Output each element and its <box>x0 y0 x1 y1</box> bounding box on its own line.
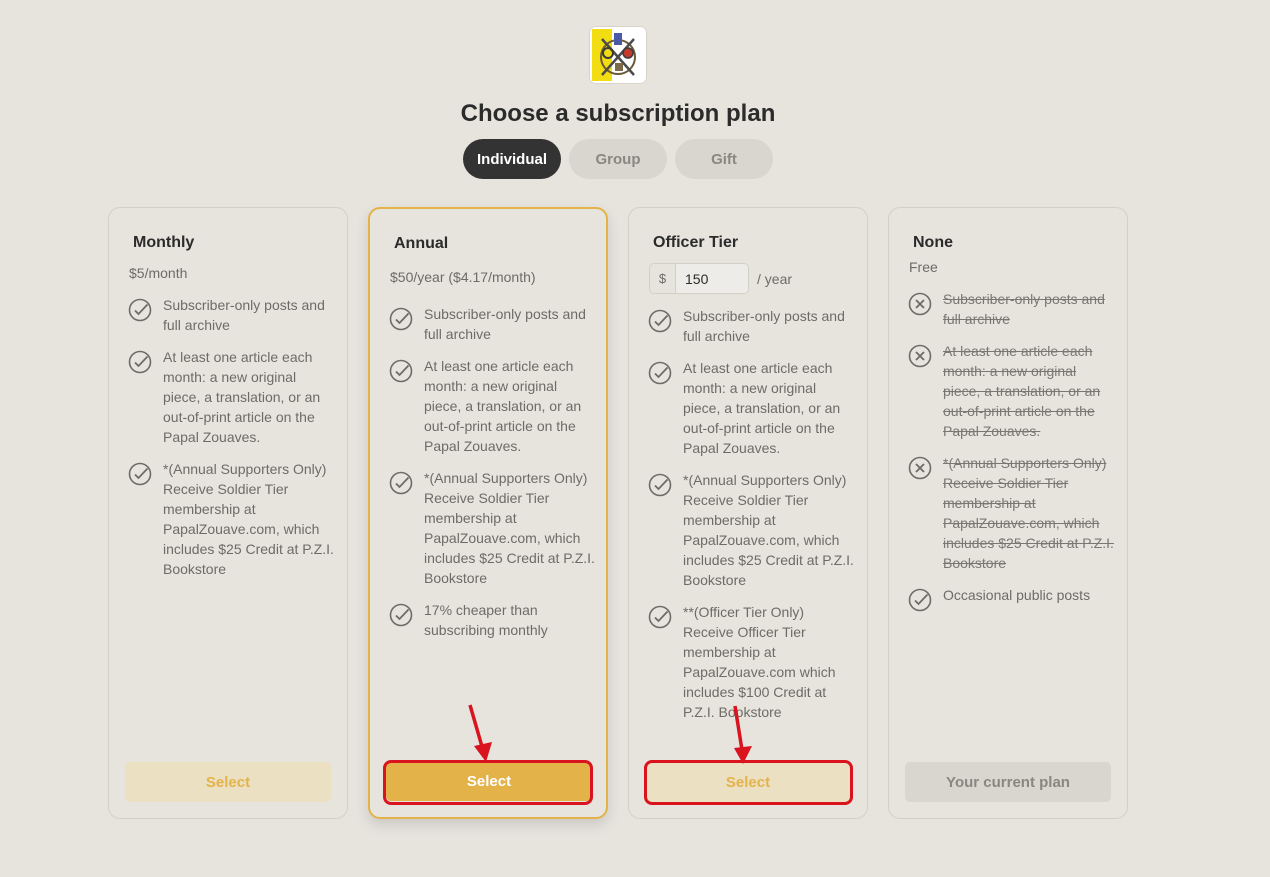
list-item: Subscriber-only posts and full archive <box>388 304 596 344</box>
plan-name: Officer Tier <box>653 234 739 251</box>
plan-price: $5/month <box>129 265 188 281</box>
plan-card-none[interactable]: None Free Subscriber-only posts and full… <box>888 207 1128 819</box>
feature-list: Subscriber-only posts and full archive A… <box>647 306 857 734</box>
check-circle-icon <box>648 361 672 385</box>
plan-price: Free <box>909 259 938 275</box>
check-circle-icon <box>389 471 413 495</box>
currency-label: $ <box>649 263 675 294</box>
list-item: Subscriber-only posts and full archive <box>127 295 337 335</box>
plan-card-monthly[interactable]: Monthly $5/month Subscriber-only posts a… <box>108 207 348 819</box>
feature-text: **(Officer Tier Only) Receive Officer Ti… <box>683 604 836 720</box>
feature-text: *(Annual Supporters Only) Receive Soldie… <box>943 455 1114 571</box>
list-item: *(Annual Supporters Only) Receive Soldie… <box>647 470 857 590</box>
plan-name: None <box>913 234 953 251</box>
check-circle-icon <box>648 473 672 497</box>
list-item: *(Annual Supporters Only) Receive Soldie… <box>907 453 1117 573</box>
plan-price: $50/year ($4.17/month) <box>390 269 536 285</box>
page-title: Choose a subscription plan <box>460 100 776 127</box>
feature-list: Subscriber-only posts and full archive A… <box>388 304 596 652</box>
period-label: / year <box>757 270 793 287</box>
x-circle-icon <box>908 292 932 316</box>
feature-list: Subscriber-only posts and full archive A… <box>907 289 1117 625</box>
plan-type-tabs: Individual Group Gift <box>463 139 773 179</box>
feature-text: At least one article each month: a new o… <box>424 358 582 454</box>
x-circle-icon <box>908 456 932 480</box>
select-annual-button[interactable]: Select <box>386 761 592 801</box>
list-item: *(Annual Supporters Only) Receive Soldie… <box>388 468 596 588</box>
check-circle-icon <box>908 588 932 612</box>
feature-text: Subscriber-only posts and full archive <box>683 308 845 344</box>
plan-name: Annual <box>394 235 449 252</box>
tab-gift[interactable]: Gift <box>675 139 773 179</box>
feature-text: *(Annual Supporters Only) Receive Soldie… <box>424 470 595 586</box>
tab-individual[interactable]: Individual <box>463 139 561 179</box>
check-circle-icon <box>389 307 413 331</box>
feature-text: Occasional public posts <box>943 587 1091 603</box>
list-item: **(Officer Tier Only) Receive Officer Ti… <box>647 602 857 722</box>
list-item: At least one article each month: a new o… <box>647 358 857 458</box>
select-officer-button[interactable]: Select <box>645 762 851 802</box>
feature-text: 17% cheaper than subscribing monthly <box>424 602 548 638</box>
feature-text: Subscriber-only posts and full archive <box>943 291 1105 327</box>
check-circle-icon <box>128 462 152 486</box>
list-item: Occasional public posts <box>907 585 1117 613</box>
amount-input[interactable] <box>675 263 749 294</box>
list-item: At least one article each month: a new o… <box>127 347 337 447</box>
check-circle-icon <box>128 298 152 322</box>
feature-text: *(Annual Supporters Only) Receive Soldie… <box>683 472 854 588</box>
crest-icon <box>590 27 646 83</box>
list-item: 17% cheaper than subscribing monthly <box>388 600 596 640</box>
select-monthly-button[interactable]: Select <box>125 762 331 802</box>
list-item: At least one article each month: a new o… <box>388 356 596 456</box>
plan-card-officer[interactable]: Officer Tier $ / year Subscriber-only po… <box>628 207 868 819</box>
feature-text: Subscriber-only posts and full archive <box>424 306 586 342</box>
check-circle-icon <box>648 605 672 629</box>
check-circle-icon <box>648 309 672 333</box>
feature-text: At least one article each month: a new o… <box>943 343 1101 439</box>
check-circle-icon <box>128 350 152 374</box>
list-item: Subscriber-only posts and full archive <box>907 289 1117 329</box>
check-circle-icon <box>389 603 413 627</box>
feature-list: Subscriber-only posts and full archive A… <box>127 295 337 591</box>
feature-text: At least one article each month: a new o… <box>683 360 841 456</box>
feature-text: At least one article each month: a new o… <box>163 349 321 445</box>
tab-group[interactable]: Group <box>569 139 667 179</box>
feature-text: Subscriber-only posts and full archive <box>163 297 325 333</box>
list-item: *(Annual Supporters Only) Receive Soldie… <box>127 459 337 579</box>
feature-text: *(Annual Supporters Only) Receive Soldie… <box>163 461 334 577</box>
list-item: At least one article each month: a new o… <box>907 341 1117 441</box>
plan-name: Monthly <box>133 234 195 251</box>
x-circle-icon <box>908 344 932 368</box>
plan-card-annual[interactable]: Annual $50/year ($4.17/month) Subscriber… <box>368 207 608 819</box>
current-plan-button[interactable]: Your current plan <box>905 762 1111 802</box>
publication-logo <box>590 27 646 83</box>
custom-price: $ / year <box>649 263 792 294</box>
list-item: Subscriber-only posts and full archive <box>647 306 857 346</box>
check-circle-icon <box>389 359 413 383</box>
